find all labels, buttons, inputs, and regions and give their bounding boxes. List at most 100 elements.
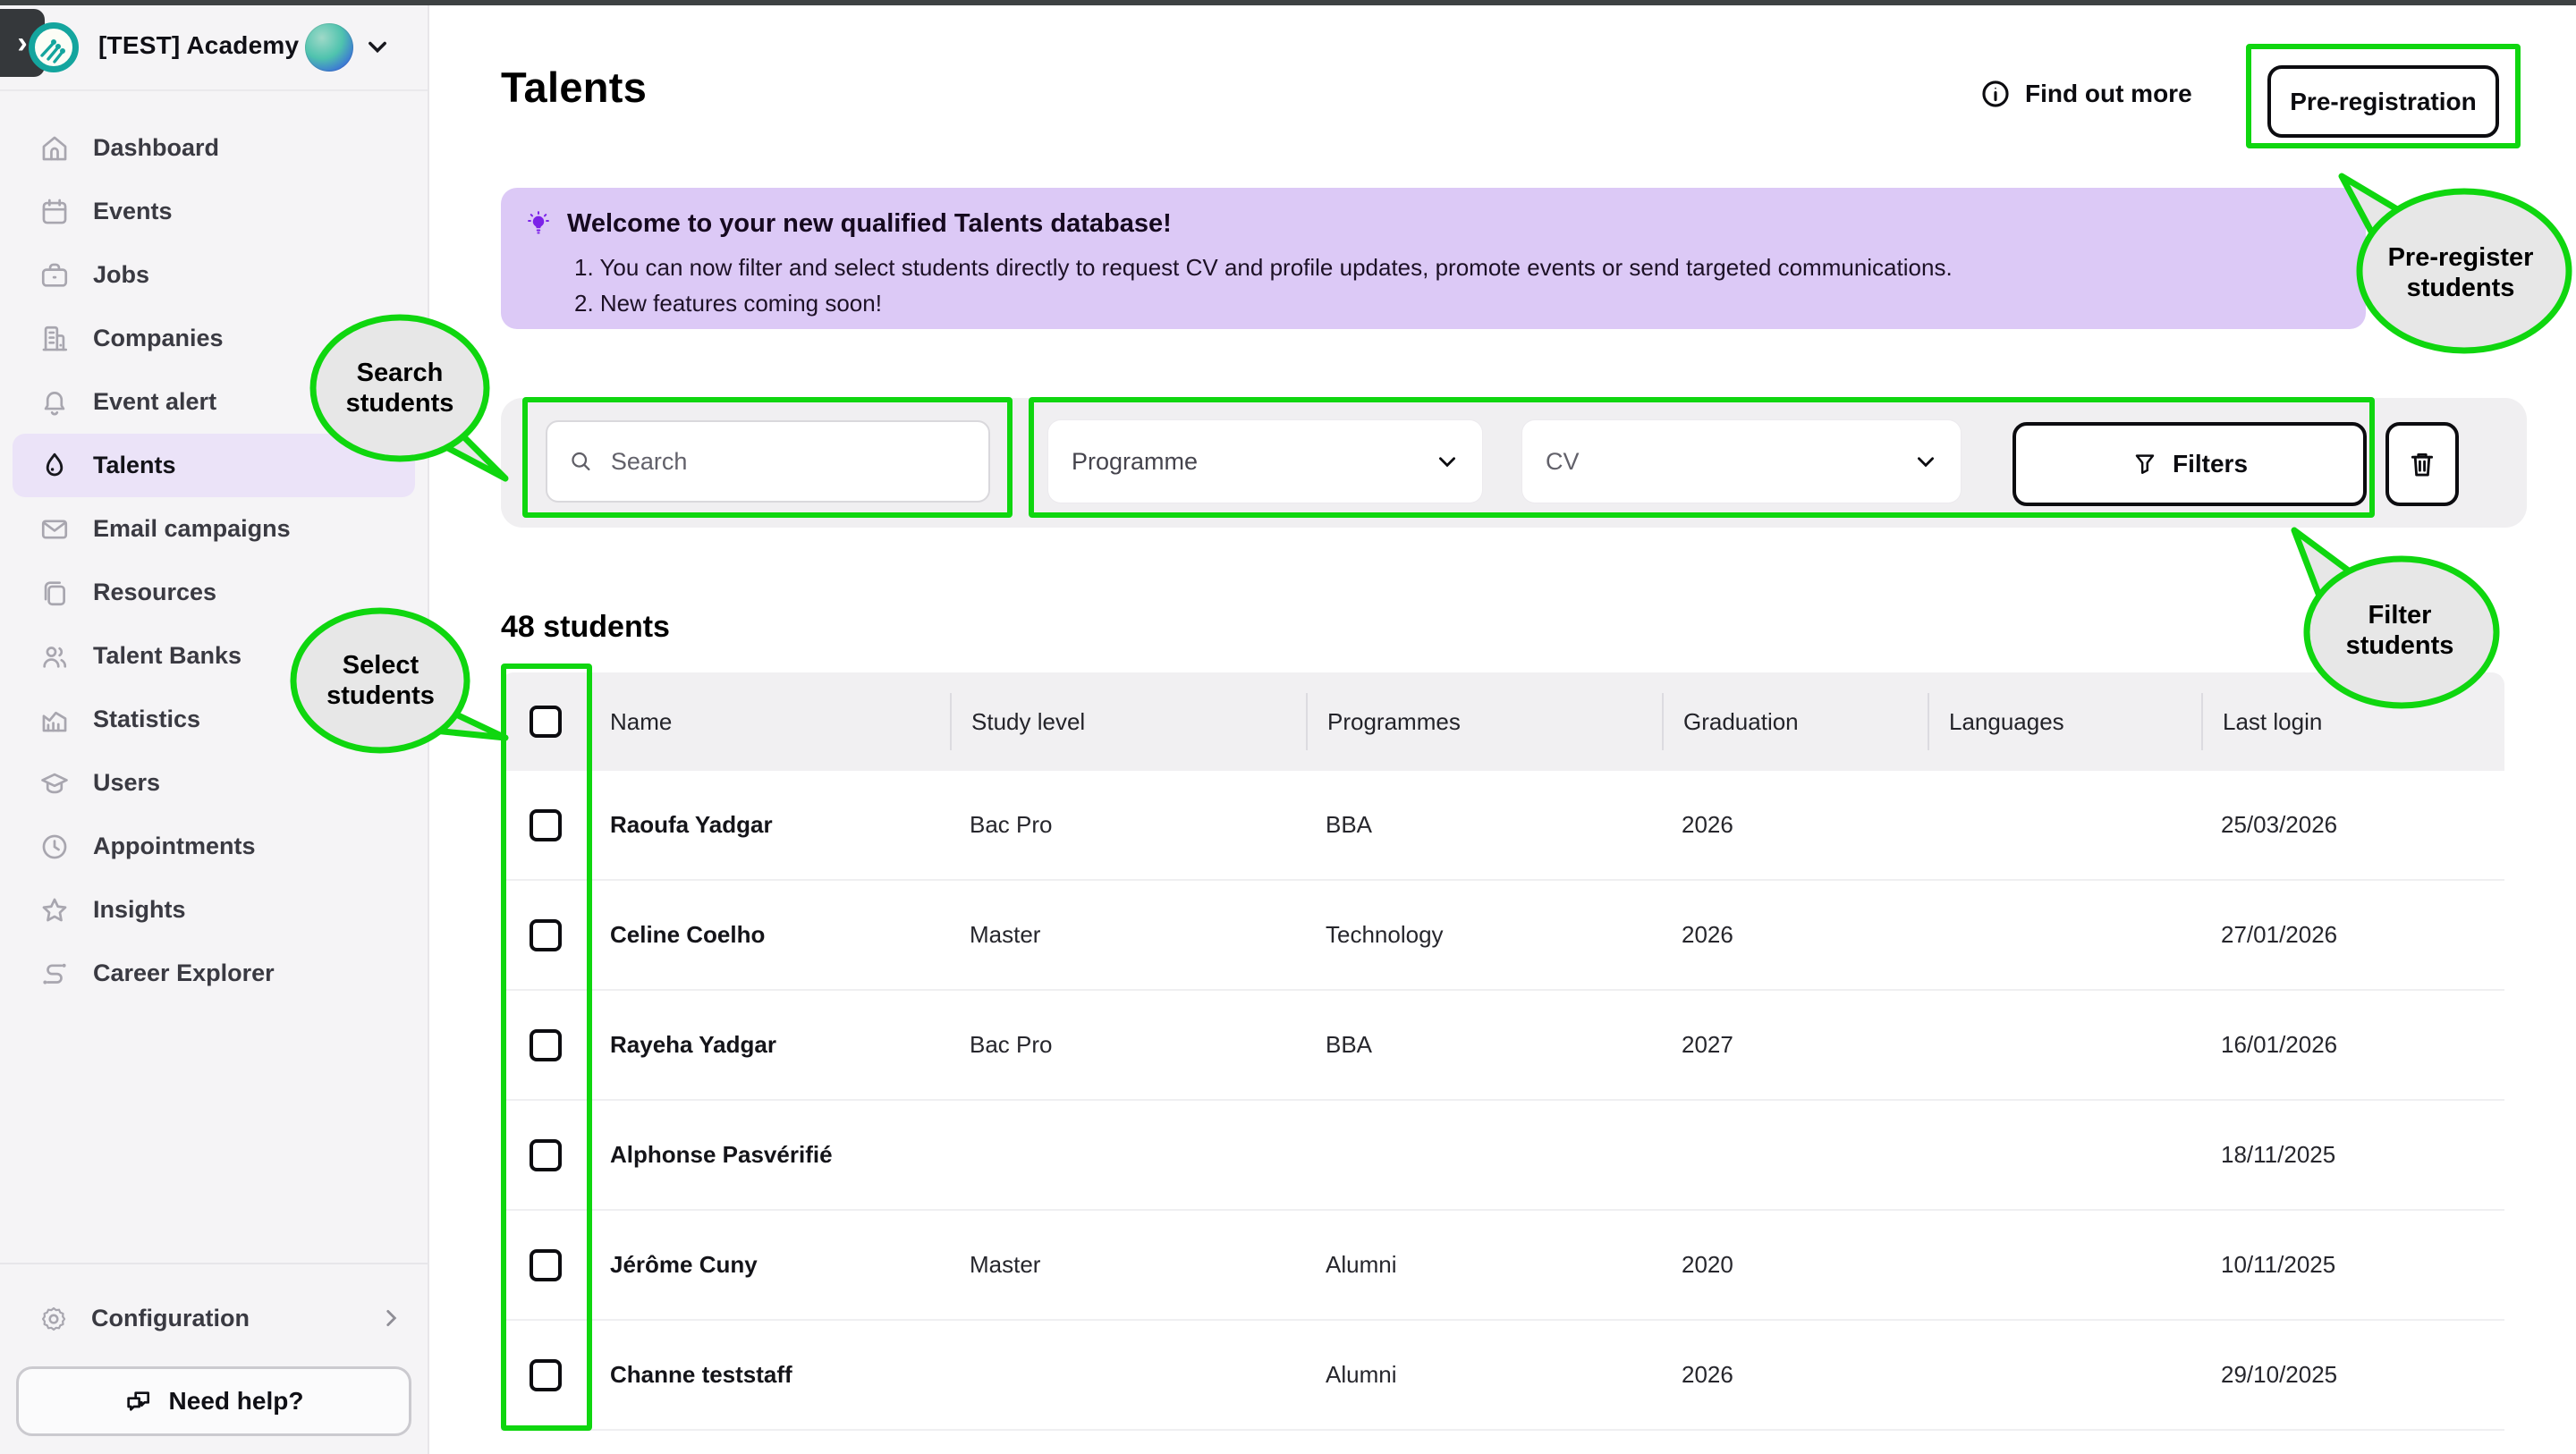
cell-name[interactable]: Channe teststaff bbox=[590, 1361, 950, 1389]
envelope-icon bbox=[39, 514, 70, 545]
cell-name[interactable]: Jérôme Cuny bbox=[590, 1251, 950, 1279]
row-checkbox[interactable] bbox=[530, 1249, 562, 1281]
sidebar-item-label: Talent Banks bbox=[93, 642, 242, 670]
sidebar-item-email-campaigns[interactable]: Email campaigns bbox=[13, 497, 415, 561]
row-checkbox[interactable] bbox=[530, 809, 562, 841]
row-checkbox[interactable] bbox=[530, 1029, 562, 1061]
table-row[interactable]: Jérôme Cuny Master Alumni 2020 10/11/202… bbox=[501, 1211, 2504, 1321]
cell-study-level: Bac Pro bbox=[950, 1031, 1306, 1059]
row-checkbox[interactable] bbox=[530, 1139, 562, 1171]
sidebar-item-statistics[interactable]: Statistics bbox=[13, 688, 415, 751]
lightbulb-icon bbox=[524, 210, 553, 239]
sidebar-item-label: Career Explorer bbox=[93, 959, 275, 987]
window-top-strip bbox=[0, 0, 2576, 5]
sidebar-item-label: Resources bbox=[93, 579, 216, 606]
sidebar-footer: Configuration Need help? bbox=[0, 1263, 428, 1454]
students-table: Name Study level Programmes Graduation L… bbox=[501, 672, 2504, 1431]
row-checkbox[interactable] bbox=[530, 919, 562, 951]
programme-select[interactable]: Programme bbox=[1048, 420, 1482, 503]
pre-registration-button[interactable]: Pre-registration bbox=[2267, 65, 2499, 138]
cell-graduation: 2027 bbox=[1662, 1031, 1928, 1059]
cell-name[interactable]: Celine Coelho bbox=[590, 921, 950, 949]
trash-icon bbox=[2407, 449, 2437, 479]
sidebar-item-label: Companies bbox=[93, 325, 224, 352]
page-title: Talents bbox=[501, 63, 647, 112]
cv-select[interactable]: CV bbox=[1522, 420, 1961, 503]
sidebar-item-companies[interactable]: Companies bbox=[13, 307, 415, 370]
graduation-cap-icon bbox=[39, 768, 70, 799]
sidebar-nav: Dashboard Events Jobs Companies Event al… bbox=[0, 91, 428, 1005]
account-chevron-down-icon[interactable] bbox=[365, 34, 390, 59]
cell-name[interactable]: Rayeha Yadgar bbox=[590, 1031, 950, 1059]
cell-last-login: 27/01/2026 bbox=[2201, 921, 2504, 949]
search-icon bbox=[569, 448, 593, 475]
funnel-icon bbox=[2131, 451, 2158, 478]
sidebar-item-configuration[interactable]: Configuration bbox=[0, 1289, 428, 1347]
cell-name[interactable]: Alphonse Pasvérifié bbox=[590, 1141, 950, 1169]
cell-study-level: Master bbox=[950, 1251, 1306, 1279]
filters-button[interactable]: Filters bbox=[2012, 422, 2367, 506]
chart-icon bbox=[39, 705, 70, 735]
sidebar-item-appointments[interactable]: Appointments bbox=[13, 815, 415, 878]
filters-label: Filters bbox=[2173, 450, 2248, 478]
sidebar-item-talent-banks[interactable]: Talent Banks bbox=[13, 624, 415, 688]
academy-logo bbox=[29, 22, 79, 72]
cell-programmes: Alumni bbox=[1306, 1251, 1662, 1279]
banner-item-1: 1. You can now filter and select student… bbox=[574, 249, 2339, 285]
table-row[interactable]: Rayeha Yadgar Bac Pro BBA 2027 16/01/202… bbox=[501, 991, 2504, 1101]
table-row[interactable]: Celine Coelho Master Technology 2026 27/… bbox=[501, 881, 2504, 991]
cell-programmes: BBA bbox=[1306, 811, 1662, 839]
row-checkbox[interactable] bbox=[530, 1359, 562, 1391]
sidebar: › [TEST] Academy Dashboard Events bbox=[0, 0, 429, 1454]
sidebar-item-label: Dashboard bbox=[93, 134, 219, 162]
home-icon bbox=[39, 133, 70, 164]
table-row[interactable]: Raoufa Yadgar Bac Pro BBA 2026 25/03/202… bbox=[501, 771, 2504, 881]
column-header-study-level[interactable]: Study level bbox=[950, 693, 1306, 750]
sidebar-item-label: Statistics bbox=[93, 706, 200, 733]
clear-filters-button[interactable] bbox=[2385, 422, 2459, 506]
sidebar-item-talents[interactable]: Talents bbox=[13, 434, 415, 497]
cell-last-login: 29/10/2025 bbox=[2201, 1361, 2504, 1389]
user-avatar[interactable] bbox=[305, 23, 353, 72]
column-header-graduation[interactable]: Graduation bbox=[1662, 693, 1928, 750]
cell-graduation: 2026 bbox=[1662, 811, 1928, 839]
table-row[interactable]: Channe teststaff Alumni 2026 29/10/2025 bbox=[501, 1321, 2504, 1431]
sidebar-item-events[interactable]: Events bbox=[13, 180, 415, 243]
sidebar-item-jobs[interactable]: Jobs bbox=[13, 243, 415, 307]
cell-programmes: Technology bbox=[1306, 921, 1662, 949]
find-out-more-link[interactable]: Find out more bbox=[1980, 79, 2192, 109]
find-out-more-label: Find out more bbox=[2025, 80, 2192, 108]
cv-select-label: CV bbox=[1546, 448, 1580, 476]
star-icon bbox=[39, 895, 70, 926]
table-row[interactable]: Alphonse Pasvérifié 18/11/2025 bbox=[501, 1101, 2504, 1211]
programme-select-label: Programme bbox=[1072, 448, 1198, 476]
sidebar-item-label: Appointments bbox=[93, 833, 256, 860]
briefcase-icon bbox=[39, 260, 70, 291]
column-header-languages[interactable]: Languages bbox=[1928, 693, 2201, 750]
gear-icon bbox=[39, 1304, 68, 1332]
cell-name[interactable]: Raoufa Yadgar bbox=[590, 811, 950, 839]
cell-graduation: 2020 bbox=[1662, 1251, 1928, 1279]
select-all-checkbox[interactable] bbox=[530, 706, 562, 738]
need-help-button[interactable]: Need help? bbox=[16, 1366, 411, 1436]
cell-last-login: 18/11/2025 bbox=[2201, 1141, 2504, 1169]
org-name[interactable]: [TEST] Academy bbox=[98, 0, 299, 91]
sidebar-item-insights[interactable]: Insights bbox=[13, 878, 415, 942]
search-box[interactable] bbox=[546, 420, 990, 503]
bell-icon bbox=[39, 387, 70, 418]
calendar-icon bbox=[39, 197, 70, 227]
copy-icon bbox=[39, 578, 70, 608]
sidebar-item-dashboard[interactable]: Dashboard bbox=[13, 116, 415, 180]
sidebar-item-label: Insights bbox=[93, 896, 186, 924]
column-header-last-login[interactable]: Last login bbox=[2201, 693, 2504, 750]
chevron-down-icon bbox=[1436, 450, 1459, 473]
sidebar-item-career-explorer[interactable]: Career Explorer bbox=[13, 942, 415, 1005]
search-input[interactable] bbox=[611, 448, 967, 476]
welcome-banner: Welcome to your new qualified Talents da… bbox=[501, 188, 2366, 329]
column-header-name[interactable]: Name bbox=[590, 693, 950, 750]
sidebar-item-event-alert[interactable]: Event alert bbox=[13, 370, 415, 434]
route-icon bbox=[39, 959, 70, 989]
sidebar-item-users[interactable]: Users bbox=[13, 751, 415, 815]
column-header-programmes[interactable]: Programmes bbox=[1306, 693, 1662, 750]
sidebar-item-resources[interactable]: Resources bbox=[13, 561, 415, 624]
